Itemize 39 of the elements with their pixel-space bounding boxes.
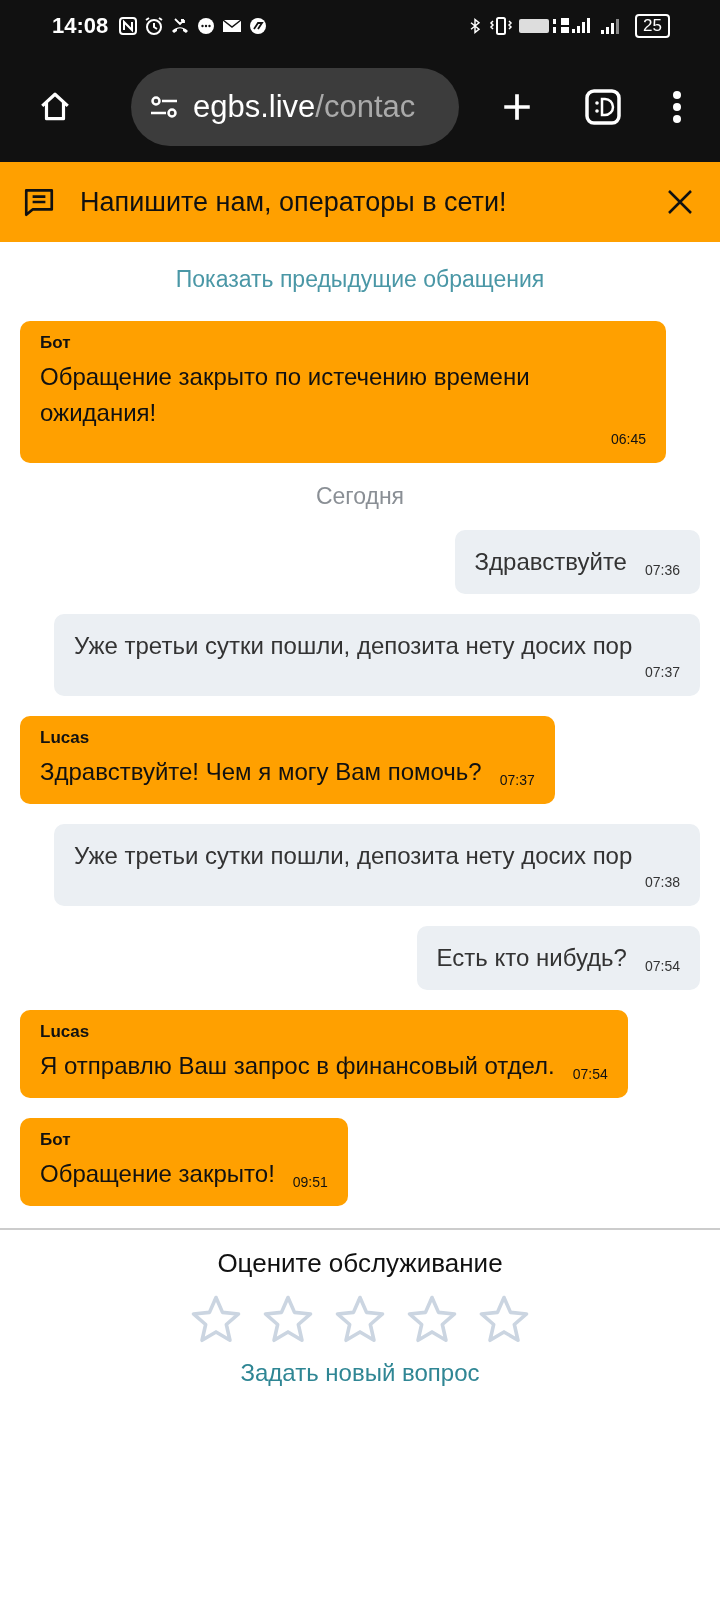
message-text: Здравствуйте! Чем я могу Вам помочь? [40,757,482,787]
message-time: 07:37 [644,664,680,680]
battery-level: 25 [635,14,670,38]
message-time: 09:51 [292,1174,328,1190]
nfc-icon [118,16,139,36]
app-icon [248,16,269,36]
message-author: Бот [40,333,72,353]
message-text: Есть кто нибудь? [436,943,627,973]
message-author: Lucas [40,728,91,748]
message-time: 07:37 [499,772,535,788]
message-time: 07:54 [572,1066,608,1082]
more-icon[interactable] [672,89,682,125]
banner-text: Напишите нам, операторы в сети! [80,186,508,218]
message-time: 07:54 [644,958,680,974]
message-time: 06:45 [610,431,646,447]
message-text: Уже третьи сутки пошли, депозита нету досих пор [74,631,633,661]
message-text: Здравствуйте [474,547,627,577]
vibrate-icon [489,16,514,36]
rating-title: Оцените обслуживание [217,1248,503,1279]
show-previous-link[interactable]: Показать предыдущие обращения [175,266,545,293]
message-time: 07:38 [644,874,680,890]
chat-icon [196,16,217,36]
missed-call-icon [170,16,191,36]
message-time: 07:36 [644,562,680,578]
date-separator: Сегодня [315,483,405,510]
message-text: Обращение закрыто по истечению времени ожидания! [40,362,531,428]
tabs-icon[interactable] [585,89,621,125]
site-settings-icon[interactable] [149,95,179,119]
url-text: egbs.live/contac [193,89,416,125]
message-author: Lucas [40,1022,91,1042]
alarm-icon [144,16,165,36]
message-text: Уже третьи сутки пошли, депозита нету досих пор [74,841,633,871]
new-question-link[interactable]: Задать новый вопрос [240,1359,480,1387]
message-text: Обращение закрыто! [40,1159,275,1189]
message-author: Бот [40,1130,72,1150]
message-text: Я отправлю Ваш запрос в финансовый отдел. [40,1051,555,1081]
address-bar[interactable]: egbs.live/contac [131,68,459,146]
close-icon[interactable] [666,188,694,216]
status-time: 14:08 [52,13,109,39]
